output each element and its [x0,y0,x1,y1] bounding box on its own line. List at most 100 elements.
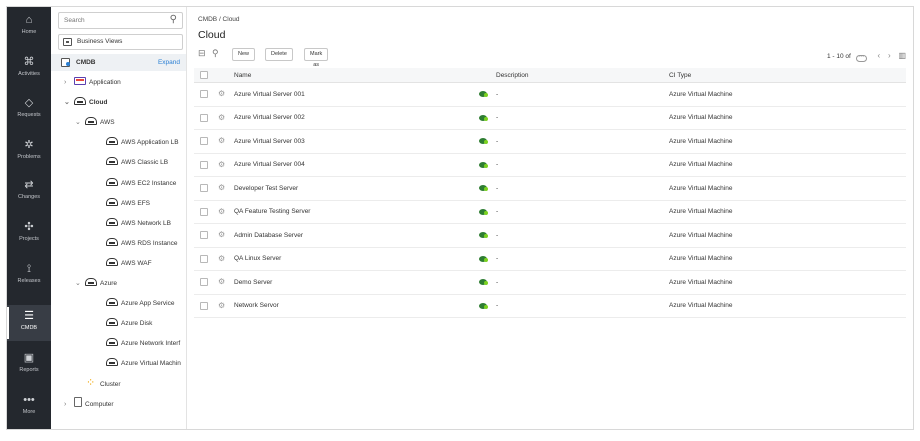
mark-as-cis-button[interactable]: Mark as CIs [304,48,329,79]
ci-name[interactable]: QA Linux Server [234,248,281,271]
tree-node[interactable]: ⌄ AWS [75,115,115,131]
projects-icon: ✣ [24,221,34,233]
tree-node[interactable]: Azure Network Interf [96,336,180,352]
delete-button[interactable]: Delete [265,48,293,61]
row-checkbox[interactable] [200,90,208,99]
tree-node[interactable]: › Computer [64,396,114,413]
row-checkbox[interactable] [200,184,208,193]
nav-item-cmdb[interactable]: ☰ CMDB [7,305,51,341]
row-checkbox[interactable] [200,137,208,146]
chevron-icon[interactable]: › [64,75,74,91]
table-row[interactable]: ⚙ Demo Server - Azure Virtual Machine [194,271,906,295]
ci-name[interactable]: Azure Virtual Server 003 [234,130,305,153]
nav-item-releases[interactable]: ⟟ Releases [7,258,51,294]
ci-name[interactable]: Developer Test Server [234,177,298,200]
cloud-icon [106,318,118,327]
nav-item-changes[interactable]: ⇄ Changes [7,174,51,210]
chevron-icon[interactable]: ⌄ [75,276,85,292]
ci-name[interactable]: Azure Virtual Server 001 [234,83,305,106]
ci-name[interactable]: Azure Virtual Server 002 [234,107,305,130]
table-row[interactable]: ⚙ Admin Database Server - Azure Virtual Mac… [194,224,906,248]
ci-name[interactable]: Network Servor [234,295,279,318]
ci-type: Azure Virtual Machine [669,114,733,122]
tree-node[interactable]: AWS RDS Instance [96,236,177,252]
gear-icon[interactable]: ⚙ [218,183,225,193]
table-row[interactable]: ⚙ Developer Test Server - Azure Virtual Mac… [194,177,906,201]
tree-node[interactable]: Cluster [75,375,121,393]
nav-item-requests[interactable]: ◇ Requests [7,92,51,128]
gear-icon[interactable]: ⚙ [218,254,225,264]
row-checkbox[interactable] [200,301,208,310]
row-checkbox[interactable] [200,231,208,240]
table-body: ⚙ Azure Virtual Server 001 - Azure Virtual … [194,83,906,318]
chevron-icon[interactable]: ⌄ [64,95,74,111]
chevron-icon[interactable]: › [64,397,74,413]
tree-node[interactable]: ⌄ Azure [75,276,117,292]
row-checkbox[interactable] [200,278,208,287]
gear-icon[interactable]: ⚙ [218,207,225,217]
tree-search-input[interactable] [59,13,164,28]
table-row[interactable]: ⚙ Azure Virtual Server 004 - Azure Virtual … [194,154,906,177]
gear-icon[interactable]: ⚙ [218,301,225,311]
search-icon[interactable]: ⚲ [212,48,219,59]
gear-icon[interactable]: ⚙ [218,136,225,146]
gear-icon[interactable]: ⚙ [218,113,225,123]
ci-name[interactable]: Admin Database Server [234,224,303,247]
chevron-icon[interactable]: ⌄ [75,115,85,131]
gear-icon[interactable]: ⚙ [218,160,225,170]
cloud-icon [106,257,118,266]
tree-node[interactable]: AWS EC2 Instance [96,176,176,192]
table-row[interactable]: ⚙ Azure Virtual Server 001 - Azure Virtual … [194,83,906,107]
nav-item-problems[interactable]: ✲ Problems [7,134,51,170]
tree-root-cmdb[interactable]: CMDB Expand [51,54,186,71]
cluster-icon [85,375,97,391]
next-page-icon[interactable]: › [888,51,891,60]
gear-icon[interactable]: ⚙ [218,277,225,287]
view-toggle-icon[interactable]: ▥ [898,51,906,60]
tree-node[interactable]: AWS Classic LB [96,155,168,171]
tree-node[interactable]: AWS Application LB [96,135,179,151]
tree-node[interactable]: ⌄ Cloud [64,95,107,111]
new-button[interactable]: New [232,48,256,61]
status-icon [479,302,489,310]
tree-node[interactable]: Azure App Service [96,296,174,312]
nav-item-activities[interactable]: ⌘ Activities [7,51,51,87]
nav-item-reports[interactable]: ▣ Reports [7,347,51,383]
row-checkbox[interactable] [200,254,208,263]
row-checkbox[interactable] [200,207,208,216]
nav-item-home[interactable]: ⌂ Home [7,9,51,45]
column-header-description[interactable]: Description [496,68,529,82]
row-checkbox[interactable] [200,160,208,169]
nav-item-more[interactable]: ••• More [7,389,51,425]
expand-link[interactable]: Expand [158,54,180,71]
tree-node[interactable]: AWS EFS [96,196,150,212]
column-chooser-icon[interactable]: ⊟ [198,48,206,59]
table-row[interactable]: ⚙ QA Linux Server - Azure Virtual Machine [194,248,906,271]
tree-node[interactable]: AWS WAF [96,256,152,272]
table-row[interactable]: ⚙ Azure Virtual Server 003 - Azure Virtual … [194,130,906,154]
business-views-button[interactable]: Business Views [58,34,183,50]
gear-icon[interactable]: ⚙ [218,89,225,99]
ci-name[interactable]: Azure Virtual Server 004 [234,154,305,177]
ci-name[interactable]: QA Feature Testing Server [234,201,310,224]
prev-page-icon[interactable]: ‹ [877,51,880,60]
search-icon[interactable]: ⚲ [170,14,177,25]
tree-node[interactable]: Azure Virtual Machin [96,356,181,372]
changes-icon: ⇄ [24,179,34,191]
table-row[interactable]: ⚙ Network Servor - Azure Virtual Machine [194,295,906,318]
tree-node[interactable]: › Application [64,75,121,91]
ci-type: Azure Virtual Machine [669,137,733,145]
total-count-button[interactable]: ··· [855,54,867,62]
column-header-name[interactable]: Name [234,68,251,82]
ci-name[interactable]: Demo Server [234,271,272,294]
table-row[interactable]: ⚙ Azure Virtual Server 002 - Azure Virtual … [194,107,906,130]
select-all-checkbox[interactable] [200,71,208,79]
tree-node[interactable]: Azure Disk [96,316,152,332]
column-header-ci-type[interactable]: CI Type [669,68,691,82]
cmdb-icon [61,58,70,67]
row-checkbox[interactable] [200,113,208,122]
nav-item-projects[interactable]: ✣ Projects [7,216,51,252]
tree-node[interactable]: AWS Network LB [96,216,171,232]
table-row[interactable]: ⚙ QA Feature Testing Server - Azure Virtual… [194,201,906,224]
gear-icon[interactable]: ⚙ [218,230,225,240]
